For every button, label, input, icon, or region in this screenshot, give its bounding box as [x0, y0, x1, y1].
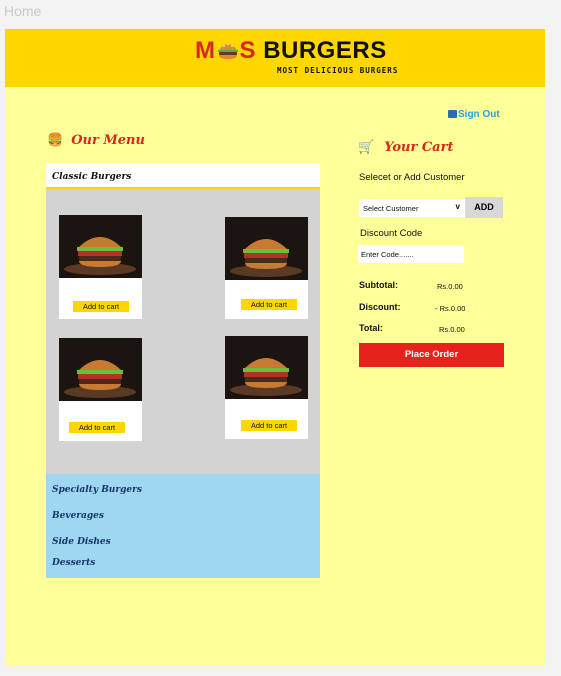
add-to-cart-button[interactable]: Add to cart: [73, 301, 129, 312]
category-list: Specialty Burgers Beverages Side Dishes …: [46, 474, 320, 578]
cart-heading-text: Your Cart: [384, 140, 454, 155]
subtotal-value: Rs.0.00: [437, 282, 463, 291]
add-customer-button[interactable]: ADD: [465, 197, 503, 218]
app-container: M S BURGERS MOST DELICIOUS BURGERS Sign …: [5, 29, 545, 666]
subtotal-label: Subtotal:: [359, 280, 398, 290]
logo: M S BURGERS: [195, 37, 387, 65]
category-header-classic[interactable]: Classic Burgers: [46, 163, 320, 189]
cart-heading: 🛒 Your Cart: [358, 140, 453, 155]
logo-word: BURGERS: [263, 37, 387, 64]
burger-image: [225, 217, 308, 280]
category-side-dishes[interactable]: Side Dishes: [52, 537, 111, 547]
product-card: Add to cart: [225, 217, 308, 319]
category-classic-label: Classic Burgers: [52, 172, 132, 182]
product-card: Add to cart: [59, 215, 142, 319]
category-specialty-burgers[interactable]: Specialty Burgers: [52, 485, 142, 495]
customer-label: Selecet or Add Customer: [359, 172, 465, 183]
burger-photo-icon: [59, 338, 142, 401]
product-card: Add to cart: [59, 338, 142, 441]
burger-photo-icon: [59, 215, 142, 278]
sign-out-icon: [448, 110, 457, 118]
window-title: Home: [4, 3, 42, 19]
burger-photo-icon: [225, 336, 308, 399]
menu-heading-text: Our Menu: [71, 133, 145, 148]
logo-letter-m: M: [195, 37, 216, 64]
logo-letter-s: S: [239, 37, 257, 64]
add-to-cart-button[interactable]: Add to cart: [241, 299, 297, 310]
chevron-down-icon: v: [455, 202, 460, 211]
place-order-button[interactable]: Place Order: [359, 343, 504, 367]
customer-select-value: Select Customer: [363, 204, 419, 213]
total-label: Total:: [359, 323, 383, 333]
product-grid: Add to cart Add to cart Add to cart Add …: [46, 189, 320, 474]
burger-image: [59, 215, 142, 278]
sign-out-link[interactable]: Sign Out: [448, 109, 500, 120]
discount-label: Discount:: [359, 302, 401, 312]
category-desserts[interactable]: Desserts: [52, 558, 95, 568]
burger-emoji-icon: 🍔: [47, 133, 64, 148]
menu-panel: Classic Burgers Add to cart Add to cart …: [46, 163, 320, 578]
tagline: MOST DELICIOUS BURGERS: [277, 66, 399, 75]
category-beverages[interactable]: Beverages: [52, 511, 104, 521]
add-to-cart-button[interactable]: Add to cart: [241, 420, 297, 431]
burger-photo-icon: [225, 217, 308, 280]
customer-select[interactable]: Select Customer v: [359, 199, 465, 217]
site-header: M S BURGERS MOST DELICIOUS BURGERS: [5, 29, 545, 87]
add-to-cart-button[interactable]: Add to cart: [69, 422, 125, 433]
discount-value: - Rs.0.00: [435, 304, 466, 313]
sign-out-label: Sign Out: [458, 109, 500, 120]
cart-icon: 🛒: [358, 140, 375, 155]
burger-image: [225, 336, 308, 399]
product-card: Add to cart: [225, 336, 308, 439]
menu-heading: 🍔 Our Menu: [47, 133, 145, 148]
discount-code-label: Discount Code: [360, 228, 423, 239]
total-value: Rs.0.00: [439, 325, 465, 334]
burger-icon: [217, 43, 238, 59]
discount-code-input[interactable]: [358, 245, 464, 263]
burger-image: [59, 338, 142, 401]
